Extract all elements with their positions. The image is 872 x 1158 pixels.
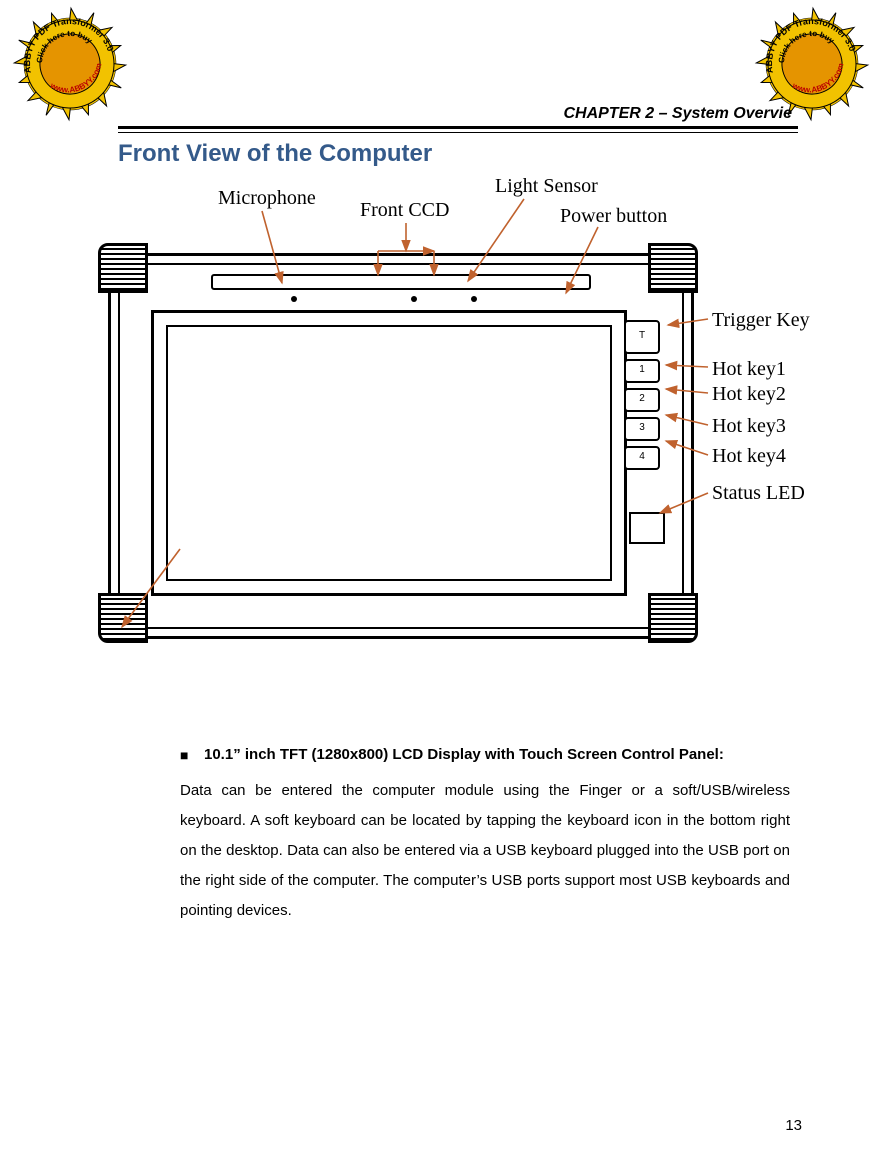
header-rule-thin	[118, 132, 798, 133]
callout-hot-key2: Hot key2	[712, 383, 786, 406]
bullet-title: 10.1” inch TFT (1280x800) LCD Display wi…	[204, 740, 790, 770]
callout-hot-key1: Hot key1	[712, 358, 786, 381]
bullet-icon: ■	[180, 740, 204, 770]
header-rule-thick	[118, 126, 798, 129]
rubber-corner-tr	[648, 243, 698, 293]
device-hotkey3-button: 3	[624, 417, 660, 441]
callout-trigger-key: Trigger Key	[712, 309, 810, 332]
callout-status-led: Status LED	[712, 482, 805, 505]
callout-hot-key4: Hot key4	[712, 445, 786, 468]
callout-microphone: Microphone	[218, 187, 316, 210]
rubber-corner-tl	[98, 243, 148, 293]
page-number: 13	[785, 1117, 802, 1134]
device-trigger-button: T	[624, 320, 660, 354]
abbyy-badge-left[interactable]: ABBYY PDF Transformer 3.0 www.ABBYY.com …	[10, 4, 130, 124]
body-paragraph: Data can be entered the computer module …	[180, 776, 790, 926]
rubber-corner-bl	[98, 593, 148, 643]
device-illustration: T 1 2 3 4	[98, 243, 698, 643]
callout-power-button: Power button	[560, 205, 667, 228]
rubber-corner-br	[648, 593, 698, 643]
device-status-led	[629, 512, 665, 544]
callout-front-ccd: Front CCD	[360, 199, 449, 222]
body-text-block: ■ 10.1” inch TFT (1280x800) LCD Display …	[180, 740, 790, 926]
front-view-figure: Microphone Front CCD Light Sensor Power …	[90, 175, 870, 665]
device-hotkey1-button: 1	[624, 359, 660, 383]
chapter-header: CHAPTER 2 – System Overvie	[563, 105, 792, 123]
device-hotkey2-button: 2	[624, 388, 660, 412]
callout-hot-key3: Hot key3	[712, 415, 786, 438]
callout-light-sensor: Light Sensor	[495, 175, 598, 198]
device-hotkey4-button: 4	[624, 446, 660, 470]
section-title: Front View of the Computer	[118, 140, 432, 168]
